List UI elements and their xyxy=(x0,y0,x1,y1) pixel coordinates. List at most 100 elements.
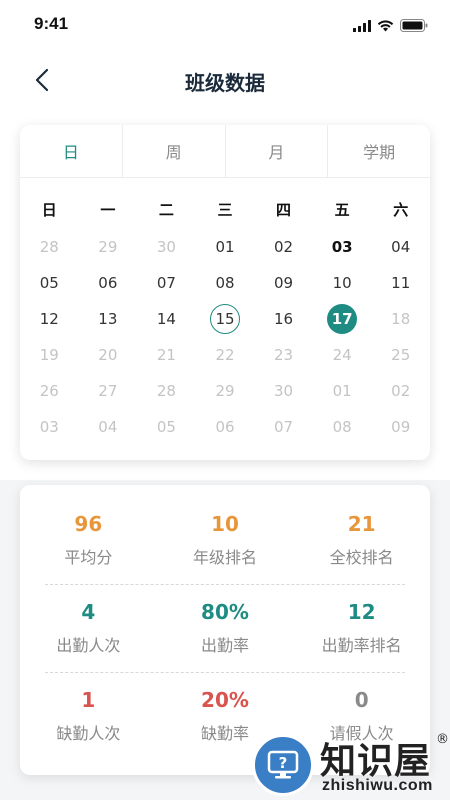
stat-value: 20% xyxy=(201,688,249,712)
registered-mark: ® xyxy=(436,732,449,747)
stats-row-scores: 96 平均分 10 年级排名 21 全校排名 xyxy=(20,511,430,569)
calendar-day[interactable]: 13 xyxy=(79,301,138,337)
calendar-day[interactable]: 18 xyxy=(371,301,430,337)
calendar-day[interactable]: 29 xyxy=(196,373,255,409)
calendar-day-label: 14 xyxy=(156,310,176,328)
watermark-logo: ? 知识屋 ® zhishiwu.com xyxy=(250,730,450,800)
calendar-day-label: 09 xyxy=(274,274,294,292)
calendar-day[interactable]: 19 xyxy=(20,337,79,373)
stat-attendance-rank: 12 出勤率排名 xyxy=(293,599,430,657)
battery-icon xyxy=(400,17,428,36)
calendar-day[interactable]: 05 xyxy=(137,409,196,445)
stat-value: 4 xyxy=(81,600,96,624)
calendar-day-today[interactable]: 15 xyxy=(196,301,255,337)
calendar-day-label: 05 xyxy=(39,274,59,292)
navigation-bar: 班级数据 xyxy=(0,50,450,110)
calendar-day[interactable]: 14 xyxy=(137,301,196,337)
calendar-day[interactable]: 07 xyxy=(137,265,196,301)
calendar-day[interactable]: 21 xyxy=(137,337,196,373)
calendar-day[interactable]: 09 xyxy=(254,265,313,301)
calendar-day[interactable]: 02 xyxy=(254,229,313,265)
calendar-day[interactable]: 04 xyxy=(371,229,430,265)
calendar-day-label: 28 xyxy=(39,238,59,256)
stats-row-attendance: 4 出勤人次 80% 出勤率 12 出勤率排名 xyxy=(20,599,430,657)
calendar-day[interactable]: 25 xyxy=(371,337,430,373)
calendar-day[interactable]: 16 xyxy=(254,301,313,337)
calendar-day[interactable]: 23 xyxy=(254,337,313,373)
calendar-day-label: 25 xyxy=(391,346,411,364)
calendar-day-label: 17 xyxy=(327,304,358,334)
stat-value: 96 xyxy=(74,512,103,536)
calendar-day[interactable]: 27 xyxy=(79,373,138,409)
calendar-day-label: 06 xyxy=(215,418,235,436)
calendar-days-grid: 28 29 30 01 02 03 04 05 06 07 08 09 10 11 12 13 14 15 16 17… xyxy=(20,229,430,445)
stat-label: 全校排名 xyxy=(329,548,394,567)
calendar-day-label: 04 xyxy=(98,418,118,436)
calendar-day[interactable]: 05 xyxy=(20,265,79,301)
calendar-day[interactable]: 08 xyxy=(313,409,372,445)
svg-text:?: ? xyxy=(279,754,288,772)
calendar-day-label: 26 xyxy=(39,382,59,400)
weekday-label: 日 xyxy=(41,201,57,219)
stat-attendance-count: 4 出勤人次 xyxy=(20,599,157,657)
tab-day[interactable]: 日 xyxy=(20,125,123,177)
stat-label: 出勤率排名 xyxy=(321,636,402,655)
calendar-day[interactable]: 01 xyxy=(313,373,372,409)
stat-school-rank: 21 全校排名 xyxy=(293,511,430,569)
calendar-day[interactable]: 12 xyxy=(20,301,79,337)
calendar-day-label: 09 xyxy=(391,418,411,436)
calendar-card: 日 周 月 学期 日一二三四五六 28 29 30 01 02 03 04 05 06 07 08 0… xyxy=(20,125,430,460)
calendar-day-label: 22 xyxy=(215,346,235,364)
calendar-day[interactable]: 24 xyxy=(313,337,372,373)
calendar-day-label: 20 xyxy=(98,346,118,364)
calendar-day[interactable]: 03 xyxy=(313,229,372,265)
calendar-day[interactable]: 28 xyxy=(20,229,79,265)
calendar-day-label: 30 xyxy=(274,382,294,400)
calendar-day[interactable]: 20 xyxy=(79,337,138,373)
calendar-day-label: 05 xyxy=(156,418,176,436)
tab-week[interactable]: 周 xyxy=(123,125,226,177)
calendar-day[interactable]: 07 xyxy=(254,409,313,445)
weekday-label: 五 xyxy=(334,201,350,219)
dashed-divider xyxy=(45,584,405,585)
calendar-day[interactable]: 06 xyxy=(79,265,138,301)
calendar-day[interactable]: 04 xyxy=(79,409,138,445)
calendar-day-label: 13 xyxy=(98,310,118,328)
stat-grade-rank: 10 年级排名 xyxy=(157,511,294,569)
cellular-signal-icon xyxy=(353,17,371,36)
calendar-day-label: 24 xyxy=(332,346,352,364)
calendar-day[interactable]: 26 xyxy=(20,373,79,409)
calendar-day[interactable]: 29 xyxy=(79,229,138,265)
calendar-day[interactable]: 11 xyxy=(371,265,430,301)
calendar-day[interactable]: 22 xyxy=(196,337,255,373)
weekday-label: 六 xyxy=(393,201,409,219)
calendar-day[interactable]: 02 xyxy=(371,373,430,409)
weekday-header: 日一二三四五六 xyxy=(20,195,430,225)
stat-value: 10 xyxy=(211,512,239,536)
calendar-day-selected[interactable]: 17 xyxy=(313,301,372,337)
calendar-day-label: 03 xyxy=(39,418,59,436)
calendar-day-label: 12 xyxy=(39,310,59,328)
calendar-day[interactable]: 01 xyxy=(196,229,255,265)
stat-label: 出勤人次 xyxy=(56,636,121,655)
status-time: 9:41 xyxy=(34,14,69,33)
weekday-label: 三 xyxy=(217,201,233,219)
calendar-day[interactable]: 09 xyxy=(371,409,430,445)
calendar-day-label: 07 xyxy=(156,274,176,292)
calendar-day-label: 23 xyxy=(274,346,294,364)
stat-label: 年级排名 xyxy=(192,548,257,567)
calendar-day[interactable]: 06 xyxy=(196,409,255,445)
calendar-day[interactable]: 28 xyxy=(137,373,196,409)
calendar-day[interactable]: 08 xyxy=(196,265,255,301)
tab-semester[interactable]: 学期 xyxy=(328,125,430,177)
wifi-icon xyxy=(377,17,394,36)
stat-value: 21 xyxy=(347,512,376,536)
calendar-day[interactable]: 03 xyxy=(20,409,79,445)
calendar-day-label: 18 xyxy=(391,310,411,328)
page-title: 班级数据 xyxy=(185,71,265,95)
calendar-day[interactable]: 30 xyxy=(137,229,196,265)
calendar-day[interactable]: 10 xyxy=(313,265,372,301)
tab-month[interactable]: 月 xyxy=(226,125,329,177)
calendar-day-label: 29 xyxy=(98,238,118,256)
calendar-day[interactable]: 30 xyxy=(254,373,313,409)
